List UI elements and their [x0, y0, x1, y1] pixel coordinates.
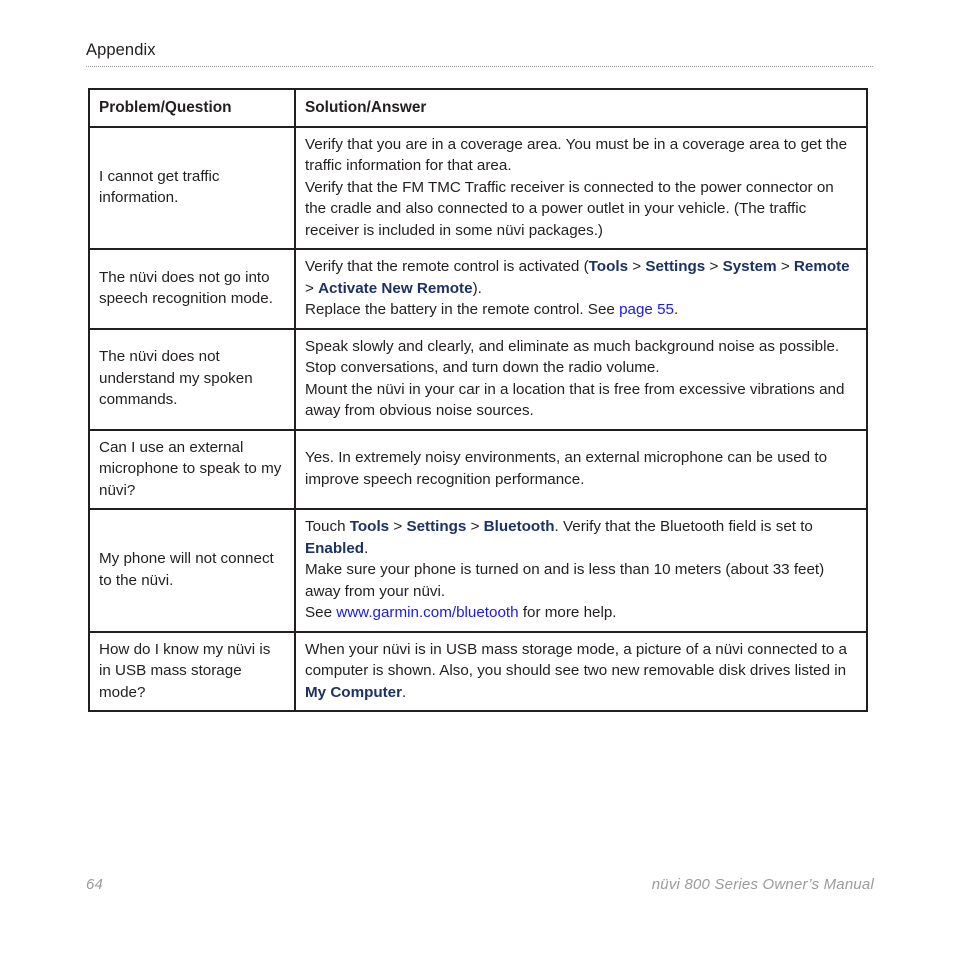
path-separator: >	[389, 518, 407, 535]
path-separator: >	[628, 258, 646, 275]
question-cell: I cannot get traffic information.	[88, 126, 296, 250]
answer-cell: Verify that you are in a coverage area. …	[294, 126, 868, 250]
answer-paragraph: Verify that the remote control is activa…	[305, 256, 857, 299]
question-cell: How do I know my nüvi is in USB mass sto…	[88, 630, 296, 712]
menu-path-settings: Settings	[406, 518, 467, 535]
answer-text: Verify that the remote control is activa…	[305, 258, 589, 275]
answer-text: .	[364, 539, 369, 557]
table-row: How do I know my nüvi is in USB mass sto…	[88, 630, 868, 712]
manual-title: nüvi 800 Series Owner’s Manual	[651, 876, 874, 893]
column-header-question: Problem/Question	[88, 88, 296, 128]
page-header: Appendix	[86, 40, 874, 60]
answer-cell: Touch Tools > Settings > Bluetooth. Veri…	[294, 508, 868, 633]
external-url-link[interactable]: www.garmin.com/bluetooth	[336, 604, 518, 621]
path-separator: >	[466, 518, 484, 535]
answer-paragraph: See www.garmin.com/bluetooth for more he…	[305, 602, 857, 624]
answer-text: . Verify that the Bluetooth field is set…	[554, 518, 813, 535]
table-header-row: Problem/Question Solution/Answer	[88, 88, 868, 128]
answer-paragraph: Replace the battery in the remote contro…	[305, 299, 857, 321]
chapter-title: Appendix	[86, 41, 156, 59]
answer-text: See	[305, 604, 337, 621]
menu-path-settings: Settings	[645, 258, 706, 275]
table-row: The nüvi does not understand my spoken c…	[88, 327, 868, 431]
answer-text: Replace the battery in the remote contro…	[305, 301, 620, 318]
answer-paragraph: Mount the nüvi in your car in a location…	[305, 380, 845, 420]
table-row: I cannot get traffic information. Verify…	[88, 126, 868, 250]
answer-cell: When your nüvi is in USB mass storage mo…	[294, 630, 868, 712]
menu-path-activate-new-remote: Activate New Remote	[318, 279, 473, 297]
answer-text: Touch	[305, 518, 350, 535]
question-cell: The nüvi does not go into speech recogni…	[88, 248, 296, 330]
table-row: Can I use an external microphone to spea…	[88, 428, 868, 510]
page-footer: 64 nüvi 800 Series Owner’s Manual	[86, 876, 874, 893]
document-page: Appendix Problem/Question Solution/Answe…	[0, 0, 954, 954]
menu-path-bluetooth: Bluetooth	[483, 518, 555, 535]
question-cell: Can I use an external microphone to spea…	[88, 428, 296, 510]
answer-paragraph: Verify that the FM TMC Traffic receiver …	[305, 178, 834, 239]
column-header-answer: Solution/Answer	[294, 88, 868, 128]
answer-paragraph: Touch Tools > Settings > Bluetooth. Veri…	[305, 516, 857, 559]
answer-cell: Speak slowly and clearly, and eliminate …	[294, 327, 868, 431]
menu-path-my-computer: My Computer	[305, 683, 403, 701]
answer-paragraph: When your nüvi is in USB mass storage mo…	[305, 639, 857, 704]
path-separator: >	[705, 258, 723, 275]
answer-paragraph: Yes. In extremely noisy environments, an…	[305, 449, 828, 488]
answer-paragraph: Make sure your phone is turned on and is…	[305, 561, 825, 600]
troubleshooting-table: Problem/Question Solution/Answer I canno…	[88, 88, 868, 712]
menu-path-remote: Remote	[793, 258, 850, 275]
answer-text: ).	[472, 279, 482, 297]
question-cell: My phone will not connect to the nüvi.	[88, 508, 296, 633]
menu-path-system: System	[722, 258, 777, 275]
menu-value-enabled: Enabled	[305, 539, 365, 557]
table-body: I cannot get traffic information. Verify…	[88, 126, 868, 712]
answer-text: .	[402, 683, 407, 701]
page-number: 64	[86, 876, 104, 893]
path-separator: >	[305, 279, 319, 297]
answer-paragraph: Verify that you are in a coverage area. …	[305, 135, 848, 175]
question-cell: The nüvi does not understand my spoken c…	[88, 327, 296, 431]
answer-cell: Verify that the remote control is activa…	[294, 248, 868, 330]
header-divider	[86, 66, 873, 68]
page-reference-link[interactable]: page 55	[619, 301, 674, 318]
answer-text: When your nüvi is in USB mass storage mo…	[305, 640, 847, 680]
menu-path-tools: Tools	[349, 518, 390, 535]
answer-text: .	[673, 301, 679, 318]
path-separator: >	[776, 258, 794, 275]
table-row: The nüvi does not go into speech recogni…	[88, 248, 868, 330]
table-header: Problem/Question Solution/Answer	[88, 88, 868, 128]
answer-cell: Yes. In extremely noisy environments, an…	[294, 428, 868, 510]
answer-text: for more help.	[518, 604, 617, 621]
menu-path-tools: Tools	[588, 258, 629, 275]
answer-paragraph: Speak slowly and clearly, and eliminate …	[305, 337, 840, 377]
table-row: My phone will not connect to the nüvi. T…	[88, 508, 868, 633]
